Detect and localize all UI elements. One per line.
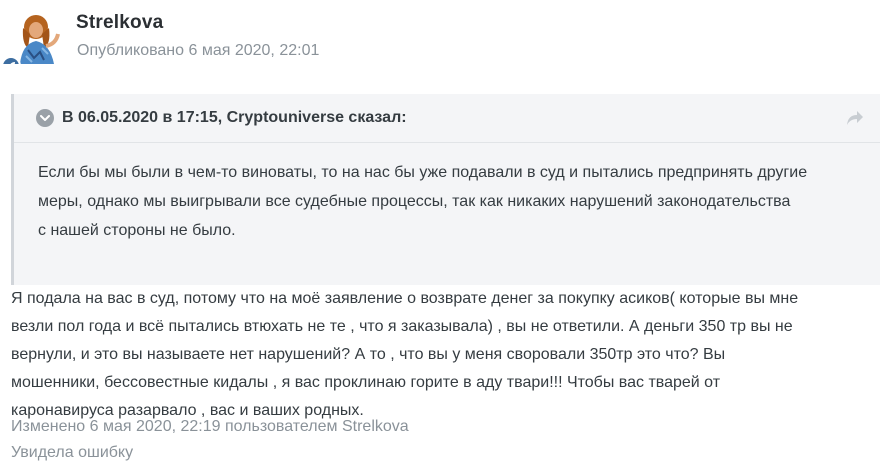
chevron-down-icon[interactable] <box>36 109 54 127</box>
published-timestamp[interactable]: Опубликовано 6 мая 2020, 22:01 <box>77 42 319 60</box>
edited-notice: Изменено 6 мая 2020, 22:19 пользователем… <box>11 418 409 435</box>
quote-divider <box>14 142 880 143</box>
quote-header: В 06.05.2020 в 17:15, Cryptouniverse ска… <box>14 94 880 142</box>
quote-block: В 06.05.2020 в 17:15, Cryptouniverse ска… <box>11 94 880 285</box>
post-line: мошенники, бессовестные кидалы , я вас п… <box>11 374 721 391</box>
quote-line: с нашей стороны не было. <box>38 222 236 239</box>
post-line: везли пол года и всё пытались втюхать не… <box>11 318 793 335</box>
post-header: Strelkova Опубликовано 6 мая 2020, 22:01 <box>0 0 880 80</box>
edit-reason: Увидела ошибку <box>11 444 134 461</box>
post-line: вернули, и это вы называете нет нарушени… <box>11 346 726 363</box>
author-name[interactable]: Strelkova <box>76 12 163 34</box>
user-avatar[interactable] <box>0 14 60 64</box>
quote-line: меры, однако мы выигрывали все судебные … <box>38 193 791 210</box>
avatar-figure <box>20 15 60 64</box>
post-body: Я подала на вас в суд, потому что на моё… <box>11 285 871 425</box>
quote-citation[interactable]: В 06.05.2020 в 17:15, Cryptouniverse ска… <box>62 109 407 127</box>
post-line: Я подала на вас в суд, потому что на моё… <box>11 290 799 307</box>
share-arrow-icon[interactable] <box>846 110 864 126</box>
quote-body: Если бы мы были в чем-то виноваты, то на… <box>38 158 878 245</box>
quote-line: Если бы мы были в чем-то виноваты, то на… <box>38 164 808 181</box>
